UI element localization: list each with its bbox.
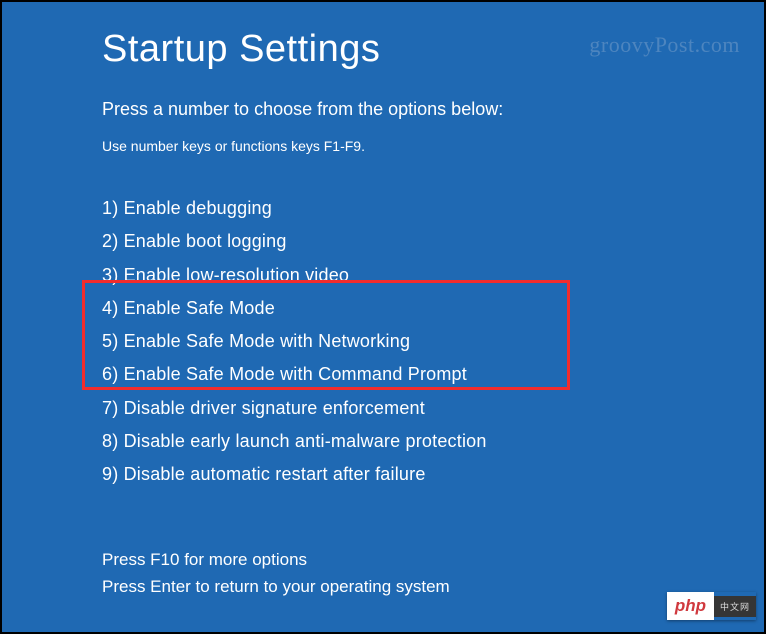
footer-area: Press F10 for more options Press Enter t… xyxy=(102,546,450,600)
hint-text: Use number keys or functions keys F1-F9. xyxy=(102,138,764,154)
option-6[interactable]: 6) Enable Safe Mode with Command Prompt xyxy=(102,358,764,391)
option-2[interactable]: 2) Enable boot logging xyxy=(102,225,764,258)
subtitle-text: Press a number to choose from the option… xyxy=(102,99,764,120)
footer-return: Press Enter to return to your operating … xyxy=(102,573,450,600)
option-1[interactable]: 1) Enable debugging xyxy=(102,192,764,225)
option-3[interactable]: 3) Enable low-resolution video xyxy=(102,259,764,292)
option-8[interactable]: 8) Disable early launch anti-malware pro… xyxy=(102,425,764,458)
screen-background: Startup Settings Press a number to choos… xyxy=(2,2,764,632)
option-9[interactable]: 9) Disable automatic restart after failu… xyxy=(102,458,764,491)
options-list: 1) Enable debugging 2) Enable boot loggi… xyxy=(102,192,764,492)
watermark-source: groovyPost.com xyxy=(589,32,740,58)
option-4[interactable]: 4) Enable Safe Mode xyxy=(102,292,764,325)
footer-more-options: Press F10 for more options xyxy=(102,546,450,573)
watermark-logo: php 中文网 xyxy=(667,592,756,620)
option-7[interactable]: 7) Disable driver signature enforcement xyxy=(102,392,764,425)
content-area: Startup Settings Press a number to choos… xyxy=(2,2,764,632)
watermark-logo-right: 中文网 xyxy=(714,596,756,617)
option-5[interactable]: 5) Enable Safe Mode with Networking xyxy=(102,325,764,358)
watermark-logo-left: php xyxy=(667,592,714,620)
